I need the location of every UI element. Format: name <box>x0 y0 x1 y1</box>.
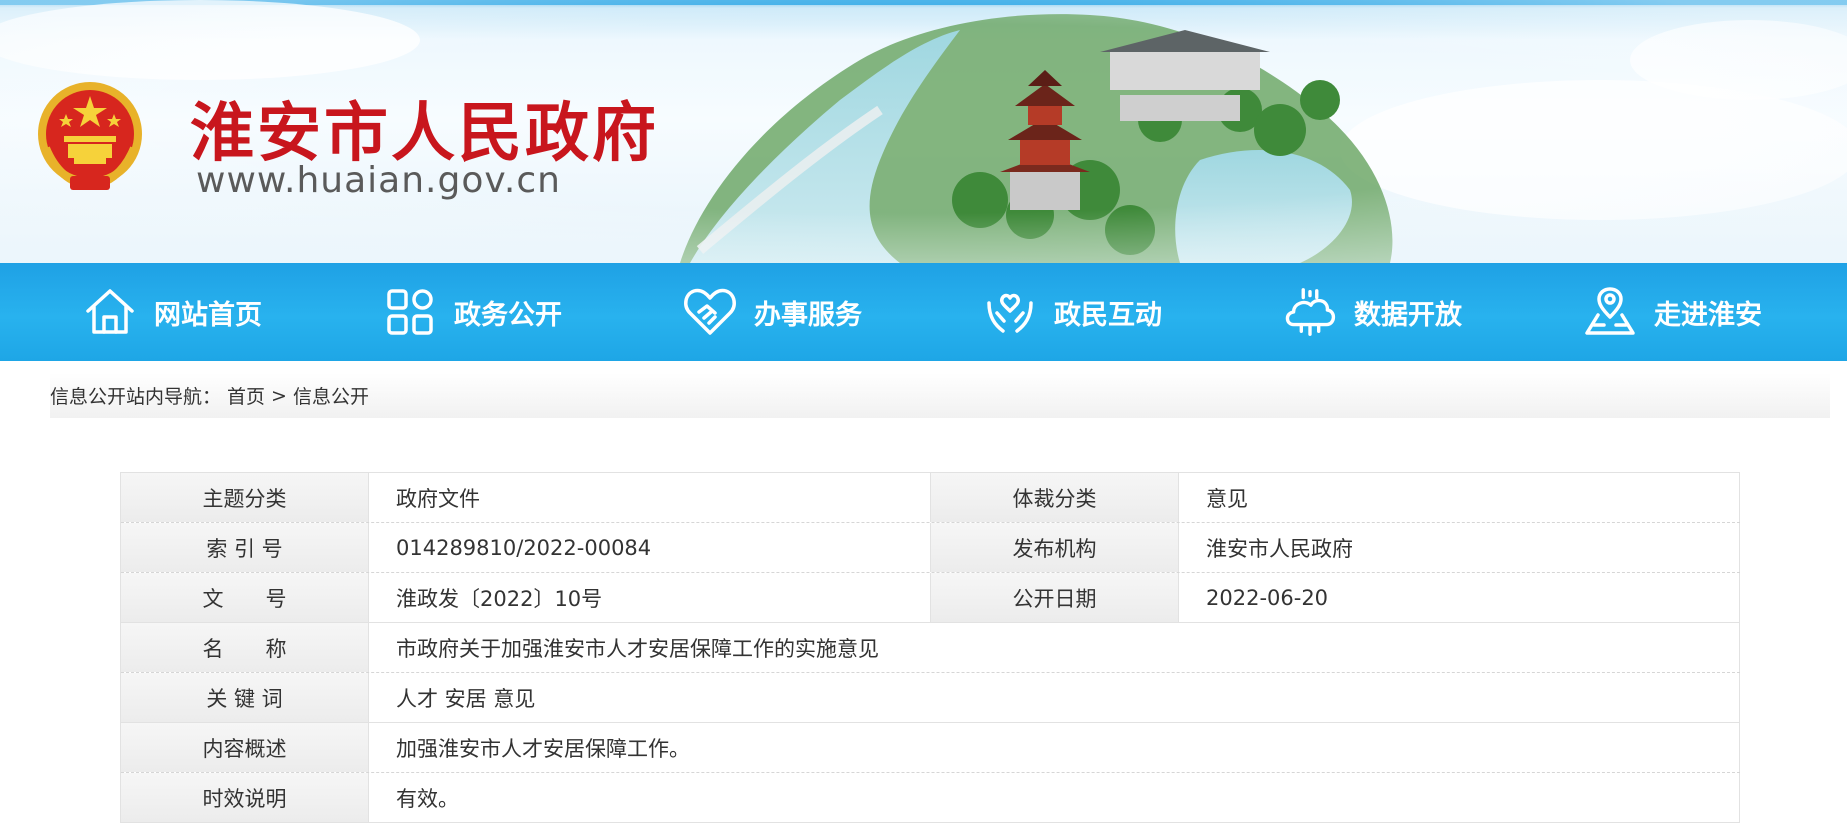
nav-item-open-data[interactable]: 数据开放 <box>1282 263 1462 361</box>
breadcrumb-separator: > <box>271 384 287 407</box>
theme-value: 政府文件 <box>369 473 931 522</box>
genre-label: 体裁分类 <box>931 473 1179 522</box>
keywords-value: 人才 安居 意见 <box>369 673 1740 722</box>
nav-item-services[interactable]: 办事服务 <box>682 263 862 361</box>
theme-label: 主题分类 <box>121 473 369 522</box>
nav-item-label: 政务公开 <box>454 299 562 331</box>
index-number-value: 014289810/2022-00084 <box>369 523 931 572</box>
nav-item-government-affairs[interactable]: 政务公开 <box>382 263 562 361</box>
table-row: 关 键 词 人才 安居 意见 <box>121 673 1740 723</box>
table-row: 名 称 市政府关于加强淮安市人才安居保障工作的实施意见 <box>121 623 1740 673</box>
document-number-label: 文 号 <box>121 573 369 622</box>
breadcrumb: 信息公开站内导航： 首页 > 信息公开 <box>50 373 1830 418</box>
nav-item-label: 走进淮安 <box>1654 299 1762 331</box>
title-label: 名 称 <box>121 623 369 672</box>
table-row: 主题分类 政府文件 体裁分类 意见 <box>121 473 1740 523</box>
table-row: 内容概述 加强淮安市人才安居保障工作。 <box>121 723 1740 773</box>
genre-value: 意见 <box>1179 473 1740 522</box>
nav-item-about-huaian[interactable]: 走进淮安 <box>1582 263 1762 361</box>
hands-heart-icon <box>982 284 1038 340</box>
publish-date-value: 2022-06-20 <box>1179 573 1740 622</box>
location-map-icon <box>1582 284 1638 340</box>
national-emblem-icon <box>38 82 142 191</box>
home-icon <box>82 284 138 340</box>
validity-value: 有效。 <box>369 773 1740 822</box>
publisher-label: 发布机构 <box>931 523 1179 572</box>
table-row: 文 号 淮政发〔2022〕10号 公开日期 2022-06-20 <box>121 573 1740 623</box>
nav-item-label: 网站首页 <box>154 299 262 331</box>
summary-label: 内容概述 <box>121 723 369 772</box>
index-number-label: 索 引 号 <box>121 523 369 572</box>
site-url: www.huaian.gov.cn <box>196 160 561 201</box>
summary-value: 加强淮安市人才安居保障工作。 <box>369 723 1740 772</box>
publish-date-label: 公开日期 <box>931 573 1179 622</box>
breadcrumb-label: 信息公开站内导航： <box>50 386 222 408</box>
nav-item-home[interactable]: 网站首页 <box>82 263 262 361</box>
validity-label: 时效说明 <box>121 773 369 822</box>
site-banner: 淮安市人民政府 www.huaian.gov.cn <box>0 0 1847 263</box>
table-row: 索 引 号 014289810/2022-00084 发布机构 淮安市人民政府 <box>121 523 1740 573</box>
nav-item-label: 办事服务 <box>754 299 862 331</box>
data-cloud-icon <box>1282 284 1338 340</box>
document-info-table: 主题分类 政府文件 体裁分类 意见 索 引 号 014289810/2022-0… <box>120 472 1740 823</box>
nav-item-label: 政民互动 <box>1054 299 1162 331</box>
publisher-value: 淮安市人民政府 <box>1179 523 1740 572</box>
document-number-value: 淮政发〔2022〕10号 <box>369 573 931 622</box>
nav-item-label: 数据开放 <box>1354 299 1462 331</box>
keywords-label: 关 键 词 <box>121 673 369 722</box>
nav-item-interaction[interactable]: 政民互动 <box>982 263 1162 361</box>
title-value: 市政府关于加强淮安市人才安居保障工作的实施意见 <box>369 623 1740 672</box>
handshake-heart-icon <box>682 284 738 340</box>
table-row: 时效说明 有效。 <box>121 773 1740 823</box>
breadcrumb-current-link[interactable]: 信息公开 <box>293 382 369 409</box>
breadcrumb-home-link[interactable]: 首页 <box>227 382 265 409</box>
grid-icon <box>382 284 438 340</box>
main-nav: 网站首页 政务公开 办事服务 政民互动 数据开放 走进淮安 <box>0 263 1847 361</box>
